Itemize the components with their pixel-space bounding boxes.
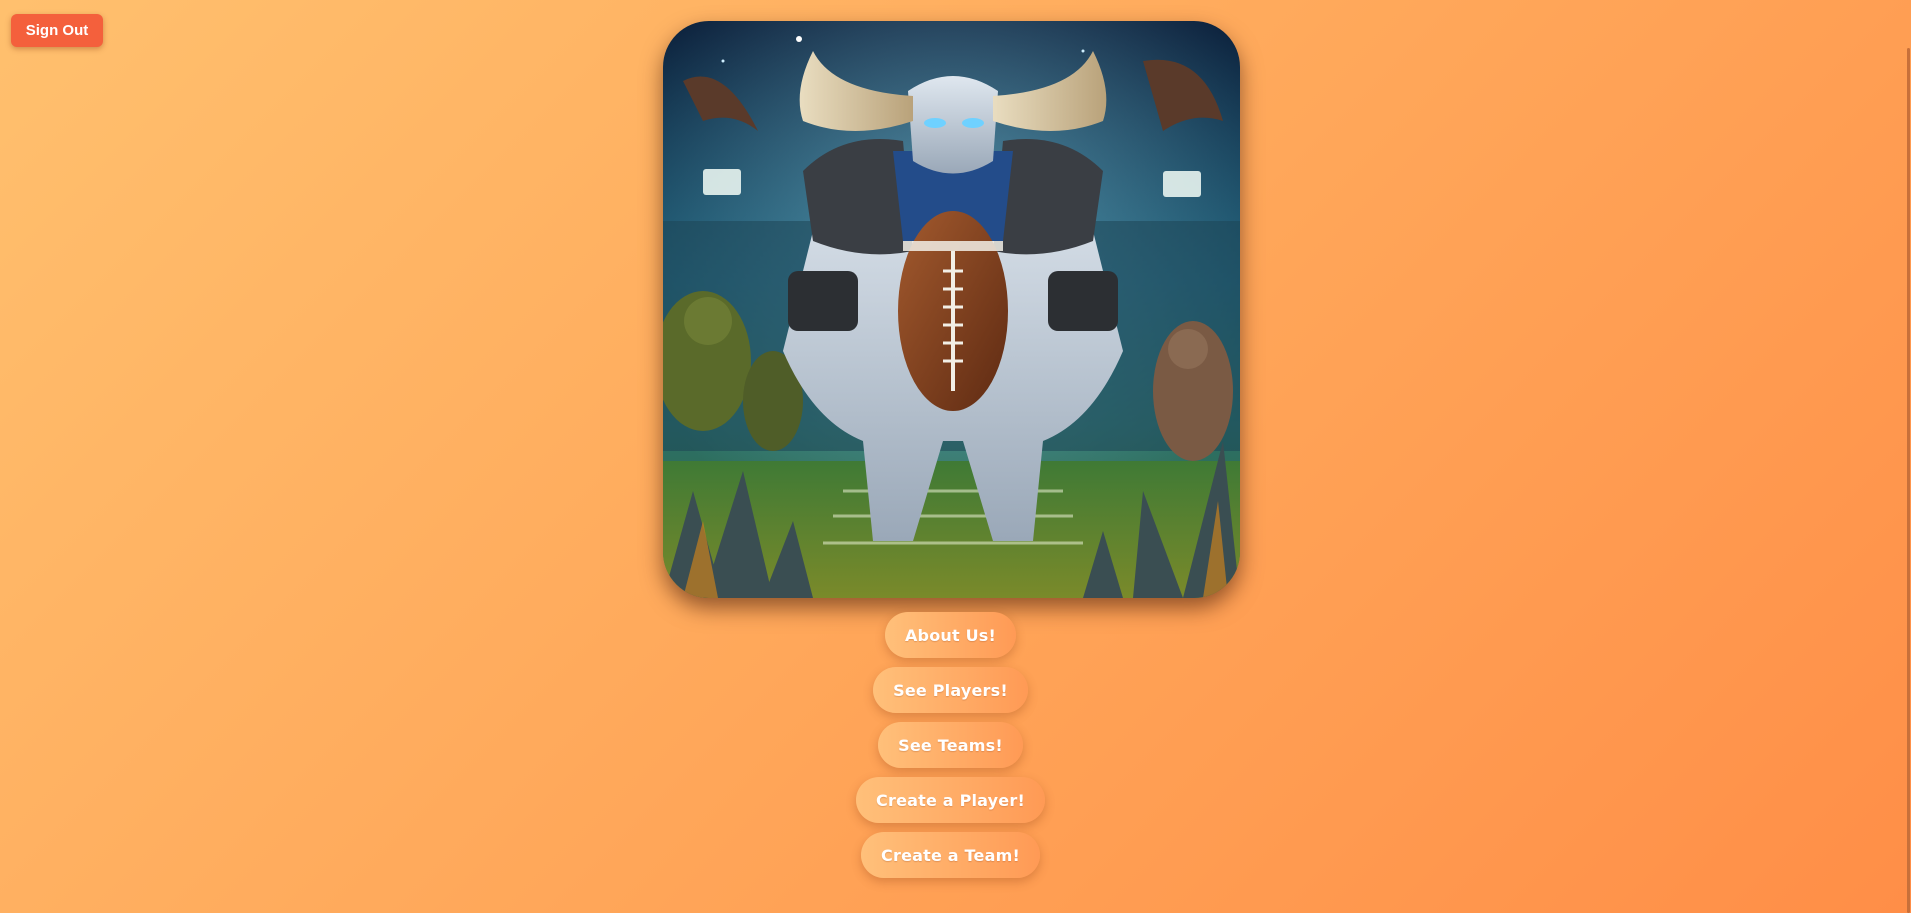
hero-image: [663, 21, 1240, 598]
vertical-scrollbar[interactable]: [1901, 0, 1911, 913]
main-navigation: About Us! See Players! See Teams! Create…: [0, 612, 1901, 887]
scrollbar-thumb[interactable]: [1907, 48, 1910, 913]
create-team-button[interactable]: Create a Team!: [861, 832, 1040, 878]
about-us-button[interactable]: About Us!: [884, 612, 1017, 658]
see-teams-button[interactable]: See Teams!: [878, 722, 1023, 768]
create-player-button[interactable]: Create a Player!: [856, 777, 1045, 823]
see-players-button[interactable]: See Players!: [873, 667, 1028, 713]
sign-out-button[interactable]: Sign Out: [11, 14, 103, 47]
